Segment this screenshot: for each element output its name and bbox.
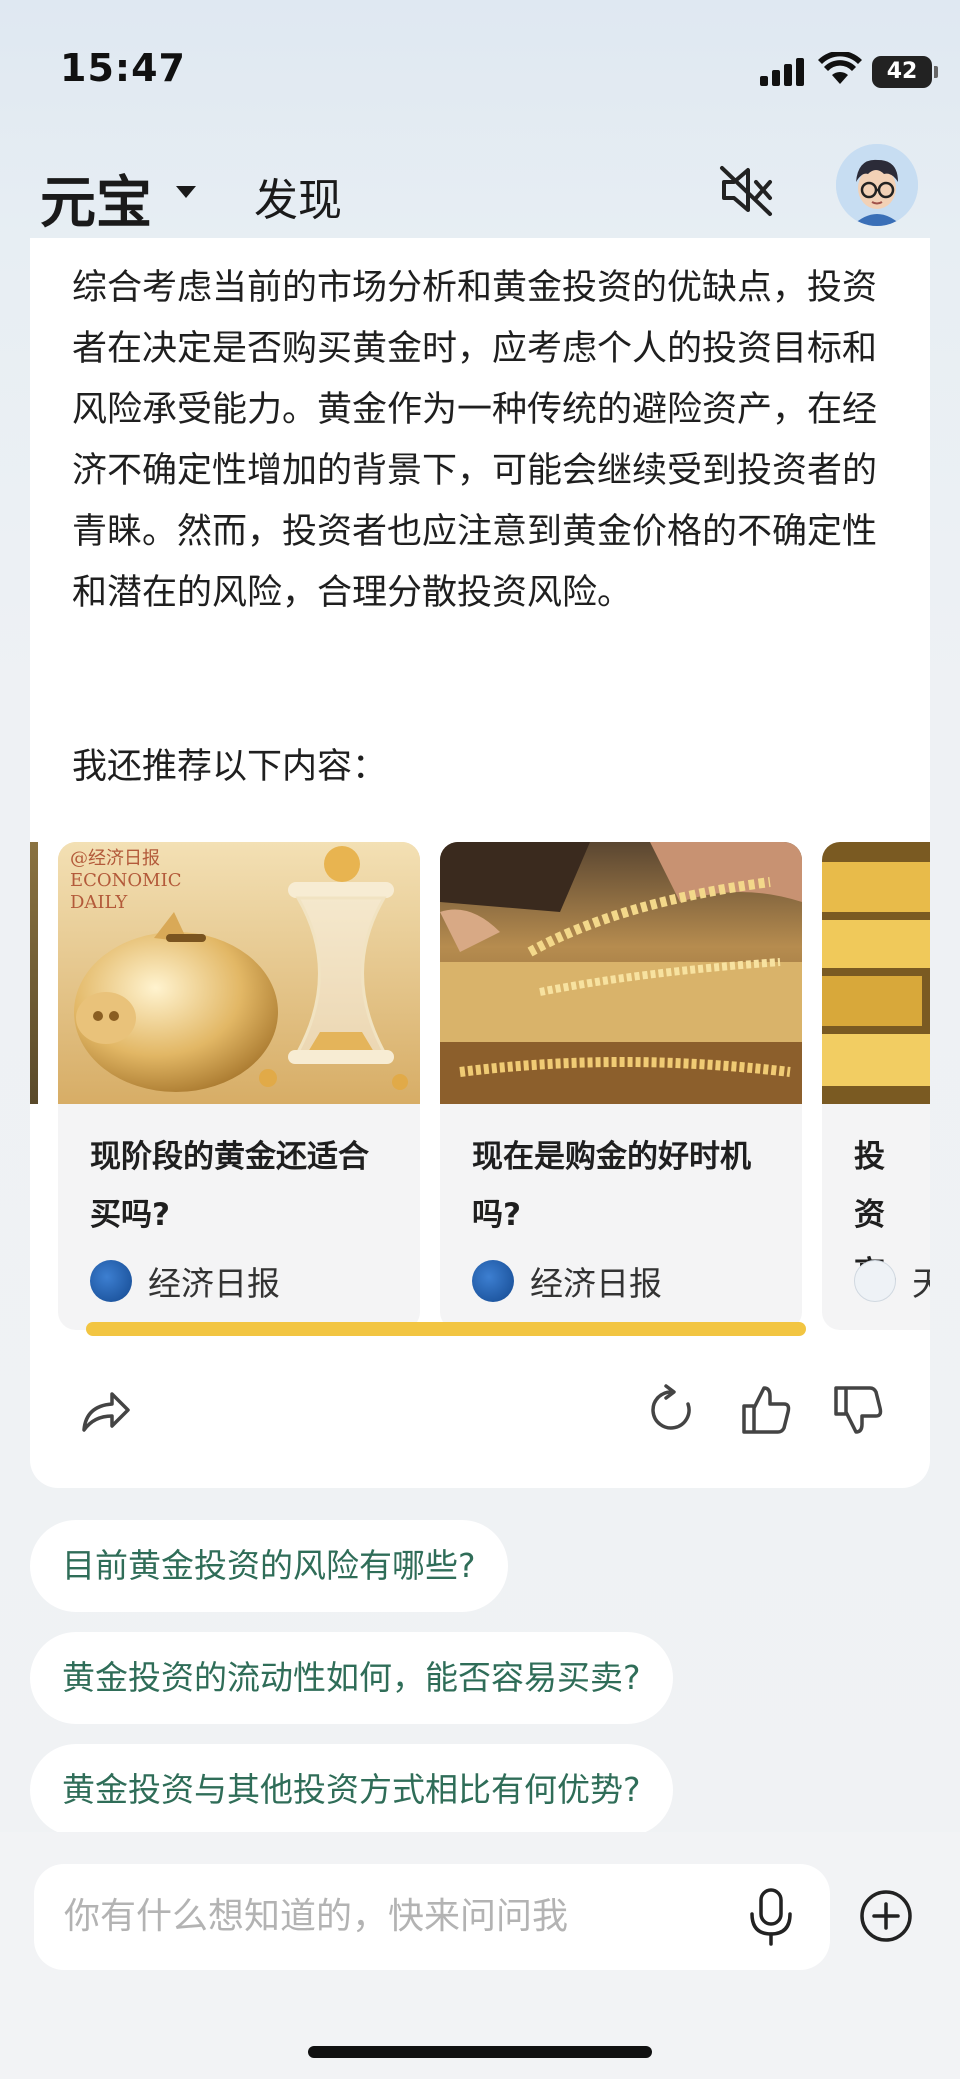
wifi-icon: [818, 52, 862, 84]
input-placeholder: 你有什么想知道的，快来问问我: [64, 1896, 569, 1937]
recommend-heading: 我还推荐以下内容：: [72, 747, 388, 787]
source-name: 天: [912, 1264, 930, 1303]
status-bar: 15:47 42: [0, 0, 960, 140]
gold-necklace-image: [440, 842, 802, 1104]
cellular-signal-icon: [760, 58, 806, 86]
answer-actions: [30, 1366, 930, 1456]
recommendation-source: 经济日报: [90, 1258, 280, 1304]
gold-bars-image: [822, 842, 930, 1104]
thumbs-down-icon[interactable]: [830, 1382, 886, 1438]
recommendation-title: 现阶段的黄金还适合买吗?: [90, 1139, 369, 1233]
battery-indicator: 42: [872, 56, 938, 88]
status-time: 15:47: [60, 46, 186, 90]
source-logo-icon: [90, 1260, 132, 1302]
recommendation-card[interactable]: 投资高， 天: [822, 842, 930, 1330]
answer-card: 综合考虑当前的市场分析和黄金投资的优缺点，投资者在决定是否购买黄金时，应考虑个人…: [30, 238, 930, 1488]
suggestion-chip[interactable]: 目前黄金投资的风险有哪些?: [30, 1520, 508, 1612]
recommendation-source: 天: [854, 1258, 930, 1304]
speaker-mute-icon[interactable]: [716, 160, 776, 220]
gold-jewelry-illustration-icon: [440, 842, 802, 1104]
microphone-icon[interactable]: [746, 1888, 796, 1946]
source-logo-icon: [472, 1260, 514, 1302]
avatar[interactable]: [836, 144, 918, 226]
answer-paragraph: 综合考虑当前的市场分析和黄金投资的优缺点，投资者在决定是否购买黄金时，应考虑个人…: [72, 268, 878, 613]
gold-bars-illustration-icon: [822, 842, 930, 1104]
highlight-underline: [86, 1322, 806, 1336]
source-logo-icon: [854, 1260, 896, 1302]
suggestion-chip[interactable]: 黄金投资的流动性如何，能否容易买卖?: [30, 1632, 673, 1724]
recommendation-carousel[interactable]: @经济日报 ECONOMIC DAILY 现阶段的黄金还适合买吗? 经济日报 现…: [30, 842, 930, 1332]
suggestion-chip[interactable]: 黄金投资与其他投资方式相比有何优势?: [30, 1744, 673, 1836]
recommendation-card[interactable]: 现在是购金的好时机吗? 经济日报: [440, 842, 802, 1330]
piggy-bank-image: @经济日报 ECONOMIC DAILY: [58, 842, 420, 1104]
tab-discover[interactable]: 发现: [254, 164, 342, 228]
home-indicator[interactable]: [308, 2046, 652, 2058]
add-icon[interactable]: [858, 1888, 914, 1944]
refresh-icon[interactable]: [644, 1382, 700, 1438]
source-name: 经济日报: [148, 1264, 280, 1303]
recommendation-title: 现在是购金的好时机吗?: [472, 1139, 751, 1233]
recommendation-card-prev-peek[interactable]: [30, 842, 38, 1104]
recommendation-card[interactable]: @经济日报 ECONOMIC DAILY 现阶段的黄金还适合买吗? 经济日报: [58, 842, 420, 1330]
share-icon[interactable]: [76, 1382, 132, 1438]
app-header: 元宝 发现: [0, 140, 960, 250]
app-title[interactable]: 元宝: [40, 158, 152, 239]
recommendation-source: 经济日报: [472, 1258, 662, 1304]
avatar-illustration-icon: [836, 144, 918, 226]
chevron-down-icon[interactable]: [176, 186, 196, 198]
thumbs-up-icon[interactable]: [738, 1382, 794, 1438]
source-name: 经济日报: [530, 1264, 662, 1303]
image-watermark: @经济日报 ECONOMIC DAILY: [70, 848, 182, 913]
question-input[interactable]: 你有什么想知道的，快来问问我: [34, 1864, 830, 1970]
input-bar: 你有什么想知道的，快来问问我: [0, 1832, 960, 2079]
